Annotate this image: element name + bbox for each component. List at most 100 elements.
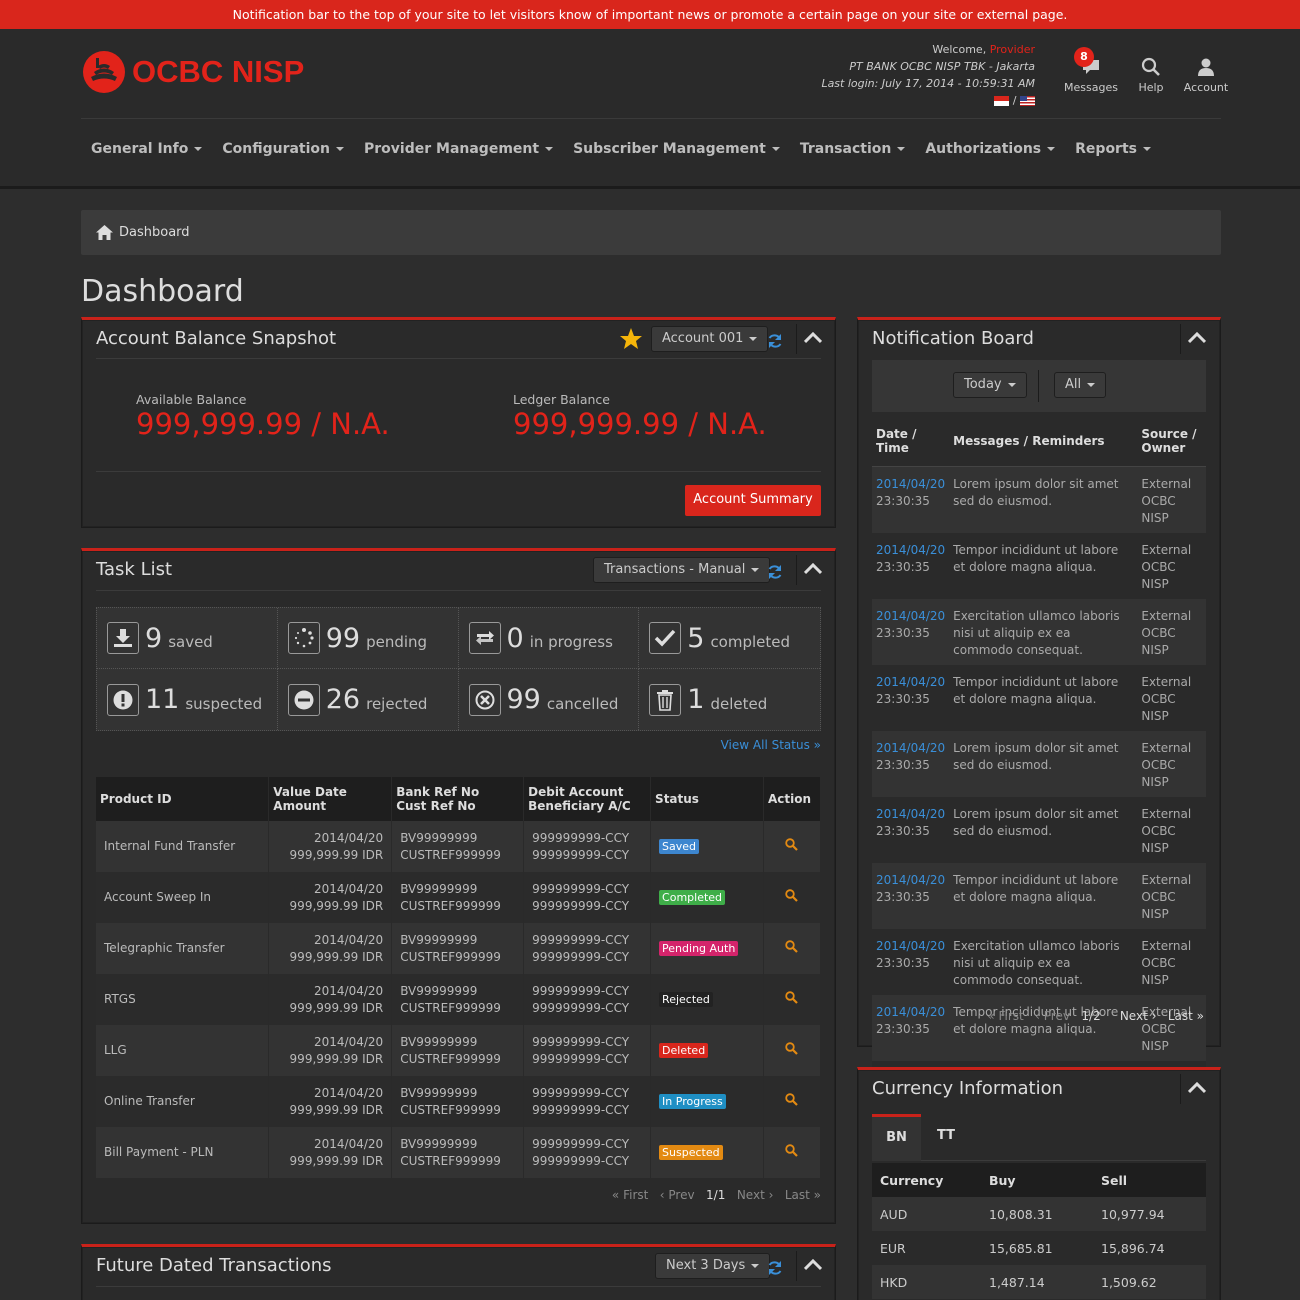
table-row[interactable]: RTGS 2014/04/20 999,999.99 IDR BV99999999 CU… (96, 974, 822, 1025)
table-row[interactable]: Bill Payment - PLN 2014/04/20 999,999.99 I… (96, 1127, 822, 1178)
col-bank-cust-ref[interactable]: Bank Ref No Cust Ref No (391, 777, 525, 821)
refresh-icon[interactable] (767, 1260, 783, 1276)
help-button[interactable]: Help (1122, 57, 1180, 94)
notification-row[interactable]: 2014/04/20 23:30:35 Tempor incididunt ut l… (872, 994, 1206, 1061)
nav-reports[interactable]: Reports (1075, 141, 1151, 157)
stat-saved[interactable]: 9 saved (97, 608, 278, 669)
day-filter-select[interactable]: Today (953, 372, 1027, 398)
col-debit-benef[interactable]: Debit Account Beneficiary A/C (523, 777, 652, 821)
table-row[interactable]: Online Transfer 2014/04/20 999,999.99 IDR B… (96, 1076, 822, 1127)
breadcrumb-dashboard[interactable]: Dashboard (119, 225, 190, 240)
divider (96, 1286, 821, 1287)
search-icon[interactable] (785, 837, 799, 851)
account-select[interactable]: Account 001 (651, 326, 769, 352)
nav-subscriber-management[interactable]: Subscriber Management (573, 141, 780, 157)
nav-authorizations[interactable]: Authorizations (925, 141, 1056, 157)
date-amount-cell: 2014/04/20 999,999.99 IDR (268, 1127, 393, 1178)
notification-date[interactable]: 2014/04/20 (876, 806, 945, 823)
pager-prev[interactable]: ‹ Prev (1035, 1009, 1070, 1023)
messages-button[interactable]: 8 Messages (1060, 47, 1122, 94)
user-name-link[interactable]: Provider (990, 43, 1035, 56)
collapse-button[interactable] (1180, 1074, 1210, 1104)
pager-last[interactable]: Last » (1168, 1009, 1204, 1023)
source-cell: External OCBC NISP (1137, 598, 1206, 665)
home-icon[interactable] (96, 225, 113, 240)
future-filter-select[interactable]: Next 3 Days (655, 1253, 771, 1279)
notification-date[interactable]: 2014/04/20 (876, 674, 945, 691)
collapse-button[interactable] (1180, 324, 1210, 354)
table-row[interactable]: Account Sweep In 2014/04/20 999,999.99 IDR… (96, 872, 822, 923)
col-product[interactable]: Product ID (96, 777, 270, 821)
nav-general-info[interactable]: General Info (91, 141, 203, 157)
view-all-status-link[interactable]: View All Status » (721, 738, 821, 752)
refresh-icon[interactable] (767, 333, 783, 349)
notification-message: Lorem ipsum dolor sit amet sed do eiusmo… (953, 806, 1119, 838)
notification-date[interactable]: 2014/04/20 (876, 872, 945, 889)
pager-next[interactable]: Next › (1120, 1009, 1157, 1023)
notification-row[interactable]: 2014/04/20 23:30:35 Exercitation ullamco l… (872, 598, 1206, 665)
account-button[interactable]: Account (1180, 57, 1232, 94)
search-icon[interactable] (785, 1092, 799, 1106)
search-icon[interactable] (785, 888, 799, 902)
nav-provider-management[interactable]: Provider Management (364, 141, 554, 157)
nav-configuration[interactable]: Configuration (222, 141, 345, 157)
col-value-date-amount[interactable]: Value Date Amount (268, 777, 393, 821)
collapse-button[interactable] (796, 1251, 826, 1281)
us-flag-icon[interactable] (1020, 96, 1035, 106)
pager-prev[interactable]: ‹ Prev (660, 1188, 695, 1202)
stat-cancelled[interactable]: 99 cancelled (459, 669, 640, 730)
search-icon[interactable] (785, 939, 799, 953)
tab-bn[interactable]: BN (872, 1114, 921, 1161)
stat-count: 99 (325, 622, 361, 654)
notification-date[interactable]: 2014/04/20 (876, 938, 945, 955)
logo[interactable]: OCBC NISP (82, 50, 304, 94)
chevron-up-icon (804, 563, 822, 575)
notification-date[interactable]: 2014/04/20 (876, 542, 945, 559)
type-filter-select[interactable]: All (1054, 372, 1107, 398)
search-icon[interactable] (785, 1143, 799, 1157)
product-cell: Bill Payment - PLN (96, 1127, 270, 1178)
notification-date[interactable]: 2014/04/20 (876, 476, 945, 493)
account-summary-button[interactable]: Account Summary (685, 485, 821, 516)
last-login: Last login: July 17, 2014 - 10:59:31 AM (821, 77, 1035, 90)
indonesia-flag-icon[interactable] (994, 96, 1010, 106)
star-icon[interactable] (619, 327, 643, 351)
notification-row[interactable]: 2014/04/20 23:30:35 Tempor incididunt ut l… (872, 532, 1206, 599)
stat-deleted[interactable]: 1 deleted (639, 669, 820, 730)
collapse-button[interactable] (796, 324, 826, 354)
notification-row[interactable]: 2014/04/20 23:30:35 Exercitation ullamco l… (872, 928, 1206, 995)
notification-row[interactable]: 2014/04/20 23:30:35 Tempor incididunt ut l… (872, 862, 1206, 929)
pager-last[interactable]: Last » (785, 1188, 821, 1202)
product-name: Account Sweep In (104, 890, 212, 904)
task-filter-select[interactable]: Transactions - Manual (593, 557, 771, 583)
stat-in-progress[interactable]: 0 in progress (458, 608, 640, 669)
tab-tt[interactable]: TT (921, 1114, 971, 1161)
notification-date[interactable]: 2014/04/20 (876, 1004, 945, 1021)
search-icon[interactable] (785, 990, 799, 1004)
pager-first[interactable]: « First (612, 1188, 648, 1202)
table-row[interactable]: LLG 2014/04/20 999,999.99 IDR BV99999999 CUS… (96, 1025, 822, 1076)
pager-next[interactable]: Next › (737, 1188, 774, 1202)
stat-completed[interactable]: 5 completed (639, 608, 820, 669)
search-icon[interactable] (785, 1041, 799, 1055)
col-status[interactable]: Status (650, 777, 764, 821)
collapse-button[interactable] (796, 555, 826, 585)
pager-first[interactable]: « First (987, 1009, 1023, 1023)
divider (96, 590, 821, 591)
notification-row[interactable]: 2014/04/2023:30:35Lorem ipsum dolor sit … (872, 466, 1206, 533)
stat-pending[interactable]: 99 pending (277, 608, 459, 669)
table-row[interactable]: Telegraphic Transfer 2014/04/20 999,999.99… (96, 923, 822, 974)
table-row[interactable]: Internal Fund Transfer 2014/04/20 999,999.… (96, 821, 822, 872)
stat-suspected[interactable]: 11 suspected (97, 669, 278, 730)
notification-date[interactable]: 2014/04/20 (876, 740, 945, 757)
notification-row[interactable]: 2014/04/2023:30:35Lorem ipsum dolor sit … (872, 796, 1206, 863)
notification-row[interactable]: 2014/04/20 23:30:35 Tempor incididunt ut l… (872, 664, 1206, 731)
nav-transaction[interactable]: Transaction (800, 141, 906, 157)
notification-row[interactable]: 2014/04/2023:30:35Lorem ipsum dolor sit … (872, 730, 1206, 797)
notification-time: 23:30:35 (876, 625, 930, 640)
action-cell (763, 872, 822, 923)
refresh-icon[interactable] (767, 564, 783, 580)
stat-rejected[interactable]: 26 rejected (278, 669, 459, 730)
notification-date[interactable]: 2014/04/20 (876, 608, 945, 625)
notification-time: 23:30:35 (876, 757, 930, 772)
